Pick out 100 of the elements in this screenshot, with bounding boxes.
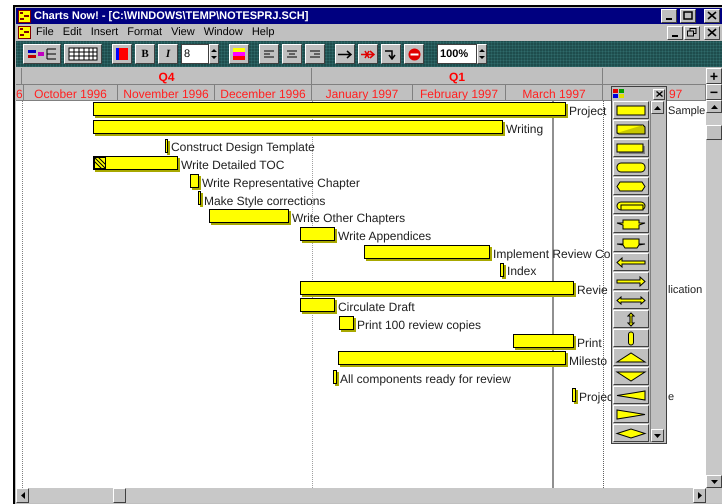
stop-button[interactable]	[404, 44, 424, 64]
align-right-icon	[310, 50, 320, 58]
task-bar[interactable]	[339, 316, 354, 330]
task-label: Print	[577, 336, 602, 350]
maximize-icon	[683, 11, 693, 20]
menu-item[interactable]: Window	[200, 24, 247, 41]
palette-scrollbar[interactable]	[650, 101, 664, 442]
shape-button[interactable]	[613, 386, 649, 404]
task-bar[interactable]	[338, 351, 566, 365]
scroll-down-button[interactable]	[651, 429, 664, 442]
unlink-button[interactable]	[358, 44, 378, 64]
shape-button[interactable]	[613, 310, 649, 328]
crossed-arrow-icon	[361, 50, 375, 58]
task-bar[interactable]	[209, 209, 289, 223]
diamond-icon	[615, 426, 647, 440]
minimize-button[interactable]	[667, 26, 683, 40]
shape-button[interactable]	[613, 348, 649, 366]
menu-item[interactable]: File	[32, 24, 58, 41]
task-bar[interactable]	[190, 174, 199, 188]
scroll-up-button[interactable]	[651, 101, 664, 114]
task-label: Write Detailed TOC	[181, 158, 284, 172]
quarter-header: Q4	[22, 68, 312, 84]
color-button[interactable]	[229, 44, 249, 64]
bold-button[interactable]: B	[135, 44, 155, 64]
quarter-header: Q1	[312, 68, 603, 84]
shape-button[interactable]	[613, 196, 649, 214]
align-button[interactable]	[305, 44, 325, 64]
shape-button[interactable]	[613, 405, 649, 423]
scroll-left-button[interactable]	[16, 488, 29, 503]
task-label: e	[668, 390, 674, 404]
arrow-button[interactable]	[335, 44, 355, 64]
font-icon	[116, 48, 128, 60]
menu-item[interactable]: View	[167, 24, 199, 41]
close-button[interactable]	[653, 88, 665, 100]
flowchart-button[interactable]	[23, 44, 61, 64]
menu-item[interactable]: Edit	[58, 24, 86, 41]
connector-button[interactable]	[381, 44, 401, 64]
menu-item[interactable]: Insert	[86, 24, 122, 41]
task-bar[interactable]	[333, 370, 337, 384]
font-button[interactable]	[112, 44, 132, 64]
shape-button[interactable]	[613, 120, 649, 138]
close-button[interactable]	[704, 9, 720, 23]
task-bar[interactable]	[300, 227, 335, 241]
scroll-down-button[interactable]	[706, 475, 722, 488]
shape-button[interactable]	[613, 215, 649, 233]
task-label: Write Appendices	[338, 229, 432, 243]
shape-button[interactable]	[613, 367, 649, 385]
scroll-thumb[interactable]	[706, 125, 722, 140]
right-triangle-icon	[698, 492, 702, 499]
shape-button[interactable]	[613, 234, 649, 252]
italic-button[interactable]: I	[158, 44, 178, 64]
shape-button[interactable]	[613, 291, 649, 309]
bent-arrow-icon	[385, 48, 397, 60]
task-label: Print 100 review copies	[357, 318, 482, 332]
vertical-scrollbar[interactable]	[706, 100, 722, 503]
task-label: Circulate Draft	[338, 300, 415, 314]
minimize-button[interactable]	[661, 9, 677, 23]
shape-button[interactable]	[613, 272, 649, 290]
task-bar[interactable]	[513, 334, 574, 348]
zoom-out-button[interactable]: −	[706, 84, 722, 100]
shape-button[interactable]	[613, 253, 649, 271]
task-bar[interactable]	[93, 120, 503, 134]
triangle-down-icon	[615, 368, 647, 384]
task-bar[interactable]	[300, 281, 574, 295]
shape-button[interactable]	[613, 158, 649, 176]
shape-button[interactable]	[613, 101, 649, 119]
task-bar[interactable]	[165, 139, 168, 153]
spin-button[interactable]	[209, 44, 219, 64]
task-bar[interactable]	[93, 102, 566, 116]
shadow-rectangle-icon	[615, 140, 647, 156]
triangle-up-icon	[615, 350, 647, 364]
task-bar[interactable]	[364, 245, 490, 259]
shape-button[interactable]	[613, 424, 649, 442]
horizontal-scrollbar[interactable]	[16, 488, 706, 503]
shape-button[interactable]	[613, 329, 649, 347]
menu-item[interactable]: Format	[123, 24, 166, 41]
task-bar[interactable]	[572, 388, 576, 402]
task-bar[interactable]	[198, 191, 201, 205]
task-bar[interactable]	[300, 298, 335, 312]
scroll-up-button[interactable]	[706, 100, 722, 113]
spin-button[interactable]	[477, 44, 487, 64]
task-label: Writing	[506, 122, 544, 136]
grid-view-button[interactable]	[64, 44, 102, 64]
shape-button[interactable]	[613, 139, 649, 157]
maximize-button[interactable]	[680, 9, 696, 23]
zoom-field[interactable]: 100%	[437, 44, 477, 64]
task-label: lication	[668, 283, 702, 297]
scroll-right-button[interactable]	[693, 488, 706, 503]
shape-button[interactable]	[613, 177, 649, 195]
window-title: Charts Now! - [C:\WINDOWS\TEMP\NOTESPRJ.SCH]	[34, 8, 310, 24]
menu-item[interactable]: Help	[248, 24, 278, 41]
scroll-thumb[interactable]	[113, 488, 126, 503]
close-button[interactable]	[704, 26, 720, 40]
restore-button[interactable]	[684, 26, 700, 40]
align-button[interactable]	[259, 44, 279, 64]
task-bar[interactable]	[500, 263, 504, 277]
zoom-in-button[interactable]: +	[706, 68, 722, 84]
task-bar[interactable]	[93, 156, 178, 170]
align-button[interactable]	[282, 44, 302, 64]
font-size-field[interactable]: 8	[181, 44, 209, 64]
